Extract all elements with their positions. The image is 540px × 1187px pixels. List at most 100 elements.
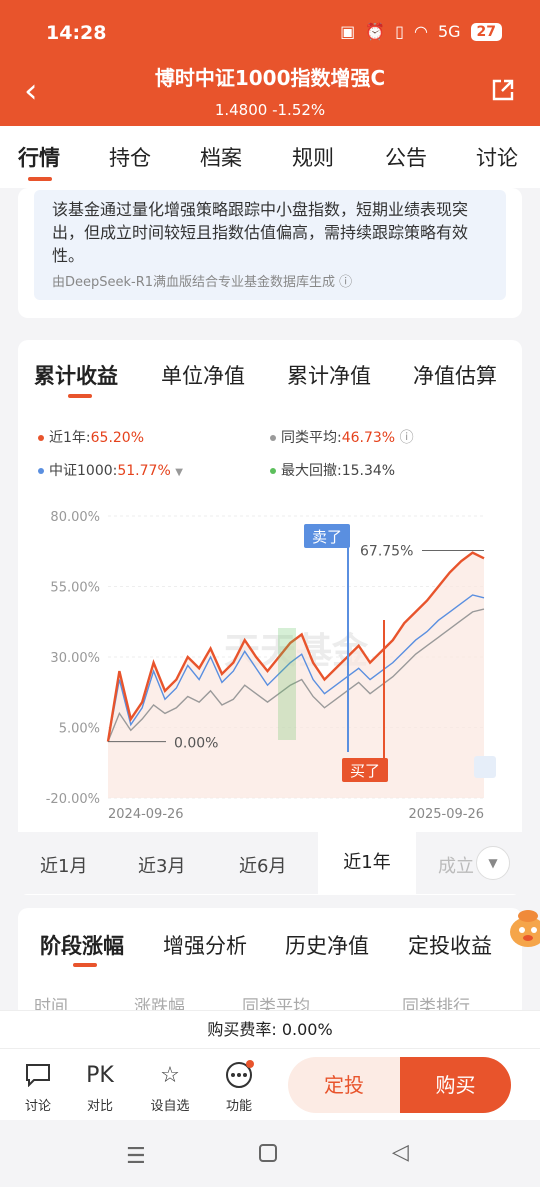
- start-label: 0.00%: [174, 736, 218, 752]
- legend-index[interactable]: 中证1000:51.77% ▼: [38, 460, 183, 480]
- legend-drawdown-dot: [270, 468, 276, 474]
- purchase-fee: 购买费率: 0.00%: [0, 1010, 540, 1048]
- info-icon[interactable]: ⓘ: [339, 275, 352, 290]
- alarm-icon: ⏰: [365, 22, 386, 41]
- legend-drawdown: 最大回撤:15.34%: [270, 460, 395, 480]
- chat-icon: [26, 1064, 50, 1087]
- mascot-icon[interactable]: [506, 906, 540, 950]
- y-tick-label: 30.00%: [50, 651, 100, 666]
- range-3m[interactable]: 近3月: [138, 852, 185, 878]
- legend-fund-value: 65.20%: [90, 430, 145, 446]
- bottom-watchlist-label: 设自选: [150, 1099, 190, 1114]
- ai-summary-box: 该基金通过量化增强策略跟踪中小盘指数，短期业绩表现突出，但成立时间较短且指数估值…: [34, 190, 506, 300]
- expand-icon[interactable]: [474, 756, 496, 778]
- tab-profile[interactable]: 档案: [200, 142, 242, 172]
- chart-card: 累计收益 单位净值 累计净值 净值估算 近1年:65.20% 同类平均:46.7…: [18, 340, 522, 895]
- bottom-discuss-label: 讨论: [24, 1099, 51, 1114]
- performance-chart[interactable]: 80.00%55.00%30.00%5.00%-20.00%天天基金0.00%6…: [18, 500, 522, 820]
- legend-index-label: 中证1000:: [49, 463, 118, 479]
- buy-label: 买了: [350, 762, 380, 780]
- performance-section: 阶段涨幅 增强分析 历史净值 定投收益 时间 涨跌幅 同类平均 同类排行: [18, 908, 522, 1018]
- tab-nav-history[interactable]: 历史净值: [285, 930, 369, 960]
- ai-summary-text: 该基金通过量化增强策略跟踪中小盘指数，短期业绩表现突出，但成立时间较短且指数估值…: [52, 200, 469, 265]
- legend-peer-label: 同类平均:: [281, 430, 342, 446]
- tab-notices[interactable]: 公告: [385, 142, 427, 172]
- chart-tab-acc-nav[interactable]: 累计净值: [287, 360, 371, 390]
- info-icon[interactable]: ⓘ: [400, 430, 414, 446]
- legend-drawdown-label: 最大回撤:: [281, 463, 342, 479]
- sip-button[interactable]: 定投: [288, 1057, 400, 1113]
- tab-rules[interactable]: 规则: [292, 142, 334, 172]
- home-icon[interactable]: [259, 1144, 277, 1162]
- y-tick-label: 80.00%: [50, 510, 100, 525]
- menu-icon[interactable]: ☰: [126, 1144, 146, 1169]
- wifi-icon: ◠: [413, 22, 428, 41]
- pk-icon: PK: [86, 1062, 114, 1088]
- chart-tab-cumulative[interactable]: 累计收益: [34, 360, 118, 390]
- bottom-action-bar: 讨论 PK 对比 ☆ 设自选 功能 定投 购买: [0, 1048, 540, 1120]
- bottom-compare[interactable]: PK 对比: [75, 1059, 125, 1115]
- tab-stage-return[interactable]: 阶段涨幅: [40, 930, 124, 960]
- peak-label: 67.75%: [360, 544, 413, 560]
- bottom-watchlist[interactable]: ☆ 设自选: [145, 1059, 195, 1115]
- fund-title: 博时中证1000指数增强C: [154, 66, 386, 90]
- tab-sip-return[interactable]: 定投收益: [408, 930, 492, 960]
- ai-summary-source[interactable]: 由DeepSeek-R1满血版结合专业基金数据库生成 ⓘ: [52, 271, 488, 290]
- battery-icon: 27: [470, 22, 502, 41]
- tab-market[interactable]: 行情: [18, 142, 60, 172]
- legend-fund-dot: [38, 435, 44, 441]
- bottom-compare-label: 对比: [86, 1099, 113, 1114]
- legend-index-dot: [38, 468, 44, 474]
- vibrate-icon: ▯: [395, 22, 404, 41]
- legend-fund: 近1年:65.20%: [38, 427, 144, 447]
- legend-index-value: 51.77%: [117, 463, 171, 479]
- tab-underline: [28, 177, 52, 181]
- range-1m[interactable]: 近1月: [40, 852, 87, 878]
- legend-drawdown-value: 15.34%: [341, 463, 396, 479]
- chart-tab-unit-nav[interactable]: 单位净值: [161, 360, 245, 390]
- y-tick-label: 55.00%: [50, 581, 100, 596]
- chart-tab-estimate[interactable]: 净值估算: [413, 360, 497, 390]
- fund-price-line: 1.4800 -1.52%: [0, 101, 540, 119]
- range-6m[interactable]: 近6月: [239, 852, 286, 878]
- range-selector: 近1月 近3月 近6月 近1年 成立 ▼: [18, 832, 522, 894]
- ai-summary-card: 该基金通过量化增强策略跟踪中小盘指数，短期业绩表现突出，但成立时间较短且指数估值…: [18, 188, 522, 318]
- ai-source-label: 由DeepSeek-R1满血版结合专业基金数据库生成: [52, 275, 336, 290]
- range-1y[interactable]: 近1年: [318, 832, 416, 894]
- legend-peer-value: 46.73%: [341, 430, 396, 446]
- legend-peer-dot: [270, 435, 276, 441]
- status-bar: 14:28 ▣ ⏰ ▯ ◠ 5G 27: [0, 0, 540, 60]
- buy-button[interactable]: 购买: [400, 1057, 511, 1113]
- top-tabs: 行情 持仓 档案 规则 公告 讨论: [0, 126, 540, 188]
- dropdown-icon[interactable]: ▼: [175, 467, 183, 478]
- bottom-discuss[interactable]: 讨论: [13, 1059, 63, 1114]
- y-tick-label: -20.00%: [46, 792, 100, 807]
- nfc-icon: ▣: [340, 22, 356, 41]
- legend-peer: 同类平均:46.73% ⓘ: [270, 427, 414, 447]
- bottom-functions-label: 功能: [225, 1099, 252, 1114]
- star-icon: ☆: [160, 1062, 180, 1088]
- fund-change: -1.52%: [272, 101, 326, 119]
- app-header: 14:28 ▣ ⏰ ▯ ◠ 5G 27 ‹ 博时中证1000指数增强C 1.48…: [0, 0, 540, 126]
- more-icon: [226, 1060, 254, 1088]
- x-start-label: 2024-09-26: [108, 807, 184, 820]
- tab-holdings[interactable]: 持仓: [109, 142, 151, 172]
- x-end-label: 2025-09-26: [408, 807, 484, 820]
- tab-discuss[interactable]: 讨论: [476, 142, 518, 172]
- signal-icon: 5G: [437, 22, 461, 41]
- drawdown-band: [278, 628, 296, 740]
- sell-label: 卖了: [312, 528, 342, 546]
- legend-fund-label: 近1年:: [49, 430, 91, 446]
- section-tab-underline: [73, 963, 97, 967]
- back-nav-icon[interactable]: ◁: [392, 1140, 409, 1165]
- status-icons: ▣ ⏰ ▯ ◠ 5G 27: [340, 22, 502, 41]
- share-icon[interactable]: [490, 77, 516, 103]
- chart-tab-underline: [68, 394, 92, 398]
- bottom-functions[interactable]: 功能: [214, 1059, 264, 1114]
- system-nav-bar: ☰ ◁: [0, 1120, 540, 1187]
- chevron-down-icon[interactable]: ▼: [476, 846, 510, 880]
- fund-price: 1.4800: [214, 101, 268, 119]
- tab-enhance-analysis[interactable]: 增强分析: [163, 930, 247, 960]
- y-tick-label: 5.00%: [59, 722, 100, 737]
- range-since-inception[interactable]: 成立: [438, 852, 474, 878]
